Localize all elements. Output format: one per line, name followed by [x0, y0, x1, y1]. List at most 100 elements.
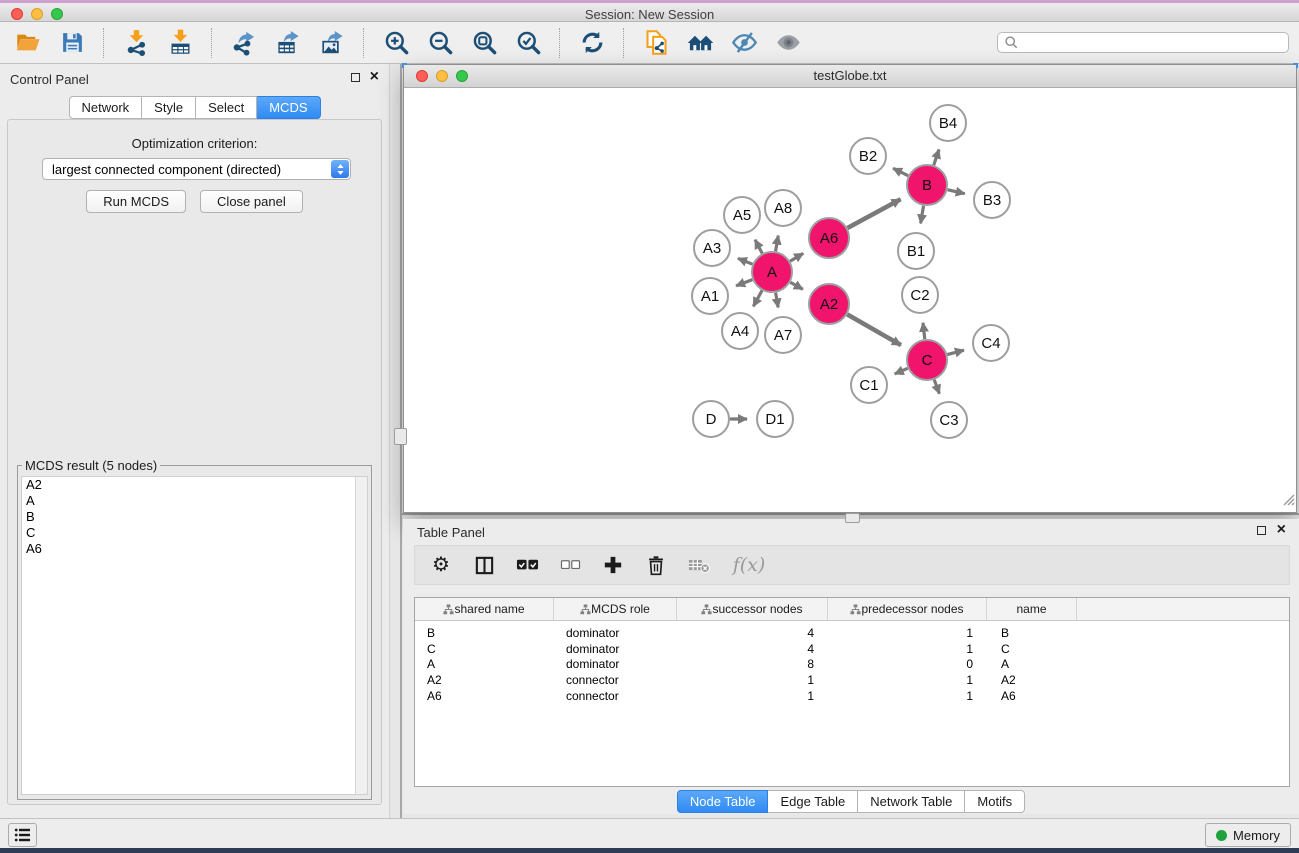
edge-C-C2[interactable]: [923, 323, 925, 339]
cell-shared-name[interactable]: B: [415, 626, 554, 640]
function-builder-button[interactable]: f(x): [730, 552, 768, 578]
edge-A-A2[interactable]: [790, 282, 803, 289]
search-box[interactable]: [997, 32, 1289, 53]
zoom-in-button[interactable]: [378, 26, 414, 60]
edge-B-B1[interactable]: [921, 206, 924, 224]
zoom-fit-button[interactable]: [466, 26, 502, 60]
cell-successor-nodes[interactable]: 4: [677, 642, 828, 656]
zoom-out-button[interactable]: [422, 26, 458, 60]
node-C1[interactable]: C1: [851, 367, 887, 403]
node-C[interactable]: C: [907, 340, 947, 380]
node-B3[interactable]: B3: [974, 182, 1010, 218]
node-A5[interactable]: A5: [724, 197, 760, 233]
memory-button[interactable]: Memory: [1205, 823, 1291, 847]
network-canvas[interactable]: AA1A2A3A4A5A6A7A8BB1B2B3B4CC1C2C3C4DD1: [404, 88, 1296, 512]
cell-successor-nodes[interactable]: 1: [677, 673, 828, 687]
cell-successor-nodes[interactable]: 4: [677, 626, 828, 640]
cell-predecessor-nodes[interactable]: 1: [828, 642, 987, 656]
node-A6[interactable]: A6: [809, 218, 849, 258]
cell-predecessor-nodes[interactable]: 1: [828, 673, 987, 687]
float-panel-icon[interactable]: [1257, 526, 1266, 535]
float-panel-icon[interactable]: [351, 73, 360, 82]
edge-A-A8[interactable]: [776, 236, 779, 252]
node-C4[interactable]: C4: [973, 325, 1009, 361]
vertical-divider-grip[interactable]: [394, 428, 407, 445]
refresh-button[interactable]: [574, 26, 610, 60]
cell-name[interactable]: C: [987, 642, 1077, 656]
edge-A-A3[interactable]: [738, 258, 753, 264]
node-A3[interactable]: A3: [694, 230, 730, 266]
close-panel-icon[interactable]: ×: [370, 67, 379, 87]
cell-MCDS-role[interactable]: dominator: [554, 626, 677, 640]
import-network-button[interactable]: [118, 26, 154, 60]
edge-C-C4[interactable]: [947, 350, 964, 354]
node-C3[interactable]: C3: [931, 402, 967, 438]
column-header-predecessor-nodes[interactable]: predecessor nodes: [828, 598, 987, 620]
node-D[interactable]: D: [693, 401, 729, 437]
mcds-result-list[interactable]: A2ABCA6: [21, 476, 368, 795]
add-row-button[interactable]: [601, 552, 625, 578]
edge-C-C1[interactable]: [895, 368, 908, 374]
table-row[interactable]: Bdominator41B: [415, 625, 1289, 641]
cell-successor-nodes[interactable]: 8: [677, 657, 828, 671]
node-A2[interactable]: A2: [809, 284, 849, 324]
edge-A-A7[interactable]: [776, 293, 779, 308]
cell-successor-nodes[interactable]: 1: [677, 689, 828, 703]
criterion-dropdown[interactable]: largest connected component (directed): [42, 158, 351, 180]
edge-A-A1[interactable]: [736, 280, 752, 286]
tab-node-table[interactable]: Node Table: [677, 790, 769, 813]
edge-B-B4[interactable]: [934, 150, 939, 166]
table-row[interactable]: Adominator80A: [415, 657, 1289, 673]
mcds-result-item[interactable]: A: [22, 493, 367, 509]
node-B2[interactable]: B2: [850, 138, 886, 174]
node-B[interactable]: B: [907, 165, 947, 205]
cell-MCDS-role[interactable]: connector: [554, 689, 677, 703]
resize-grip-icon[interactable]: [1282, 493, 1295, 511]
cell-name[interactable]: A: [987, 657, 1077, 671]
cell-MCDS-role[interactable]: dominator: [554, 657, 677, 671]
column-header-shared-name[interactable]: shared name: [415, 598, 554, 620]
tab-motifs[interactable]: Motifs: [965, 790, 1025, 813]
delete-table-button[interactable]: [687, 552, 711, 578]
cell-shared-name[interactable]: C: [415, 642, 554, 656]
home-layout-button[interactable]: [682, 26, 718, 60]
table-row[interactable]: A2connector11A2: [415, 672, 1289, 688]
node-A8[interactable]: A8: [765, 190, 801, 226]
column-view-button[interactable]: [472, 552, 496, 578]
result-scrollbar[interactable]: [355, 477, 367, 794]
mcds-result-item[interactable]: B: [22, 509, 367, 525]
horizontal-divider-grip[interactable]: [845, 513, 860, 523]
column-header-successor-nodes[interactable]: successor nodes: [677, 598, 828, 620]
tab-style[interactable]: Style: [142, 96, 196, 119]
cell-predecessor-nodes[interactable]: 1: [828, 689, 987, 703]
duplicate-network-button[interactable]: [638, 26, 674, 60]
edge-A-A4[interactable]: [753, 290, 762, 306]
network-window-titlebar[interactable]: testGlobe.txt: [404, 65, 1296, 88]
edge-A2-C[interactable]: [847, 314, 901, 345]
open-session-button[interactable]: [10, 26, 46, 60]
close-panel-button[interactable]: Close panel: [200, 190, 303, 213]
node-A7[interactable]: A7: [765, 317, 801, 353]
mcds-result-item[interactable]: A6: [22, 541, 367, 557]
save-session-button[interactable]: [54, 26, 90, 60]
column-settings-button[interactable]: ⚙: [429, 552, 453, 578]
edge-B-B2[interactable]: [893, 168, 908, 175]
export-network-button[interactable]: [226, 26, 262, 60]
cell-name[interactable]: A6: [987, 689, 1077, 703]
node-A[interactable]: A: [752, 252, 792, 292]
tab-mcds[interactable]: MCDS: [257, 96, 320, 119]
deselect-all-columns-button[interactable]: [558, 552, 582, 578]
select-all-columns-button[interactable]: [515, 552, 539, 578]
node-D1[interactable]: D1: [757, 401, 793, 437]
network-graph[interactable]: AA1A2A3A4A5A6A7A8BB1B2B3B4CC1C2C3C4DD1: [404, 88, 1296, 513]
edge-A-A5[interactable]: [755, 240, 762, 254]
edge-C-C3[interactable]: [934, 380, 939, 394]
import-table-button[interactable]: [162, 26, 198, 60]
tab-select[interactable]: Select: [196, 96, 257, 119]
cell-name[interactable]: B: [987, 626, 1077, 640]
delete-row-button[interactable]: [644, 552, 668, 578]
node-A1[interactable]: A1: [692, 278, 728, 314]
cell-shared-name[interactable]: A2: [415, 673, 554, 687]
cell-MCDS-role[interactable]: connector: [554, 673, 677, 687]
edge-A6-B[interactable]: [847, 199, 900, 228]
